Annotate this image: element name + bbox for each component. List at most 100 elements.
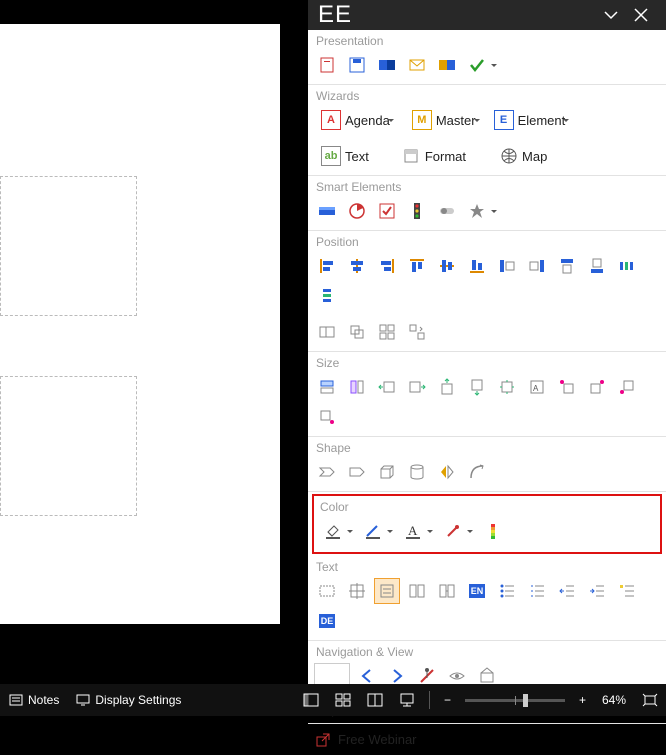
zoom-in-button[interactable]: + [571,684,594,716]
line-color-button[interactable] [360,518,396,544]
align-bottom-icon[interactable] [464,253,490,279]
check-icon[interactable] [464,52,500,78]
traffic-light-icon[interactable] [404,198,430,224]
stretch-left-icon[interactable] [374,374,400,400]
zoom-slider[interactable] [465,699,565,702]
zoom-out-button[interactable]: − [436,684,459,716]
content-placeholder[interactable] [0,376,137,516]
checkbox-icon[interactable] [374,198,400,224]
fit-window-icon [642,692,658,708]
lang-de-icon[interactable]: DE [314,608,340,634]
align-left-icon[interactable] [314,253,340,279]
stretch-down-icon[interactable] [464,374,490,400]
dock-top-icon[interactable] [554,253,580,279]
agenda-button[interactable]: A Agenda [314,107,397,133]
view-normal-button[interactable] [295,684,327,716]
smart-row [308,194,666,231]
highlight-list-icon[interactable] [614,578,640,604]
master-button[interactable]: M Master [405,107,483,133]
fill-color-button[interactable] [320,518,356,544]
view-slideshow-button[interactable] [391,684,423,716]
anchor-tr-icon[interactable] [584,374,610,400]
element-icon: E [494,110,514,130]
font-color-button[interactable]: A [400,518,436,544]
distribute-h-icon[interactable] [614,253,640,279]
eyedropper-button[interactable] [440,518,476,544]
split-h-icon[interactable] [404,578,430,604]
cube-icon[interactable] [374,459,400,485]
golden-ratio-icon[interactable] [314,319,340,345]
save-batch-icon[interactable] [374,52,400,78]
content-placeholder[interactable] [0,176,137,316]
switch-icon[interactable] [434,198,460,224]
stretch-right-icon[interactable] [404,374,430,400]
anchor-br-icon[interactable] [314,404,340,430]
view-slideshow-icon [399,692,415,708]
element-button[interactable]: E Element [487,107,573,133]
align-top-icon[interactable] [404,253,430,279]
flip-icon[interactable] [434,459,460,485]
size-row: A [308,370,666,437]
autofit-icon[interactable] [374,578,400,604]
lang-en-icon[interactable]: EN [464,578,490,604]
view-reading-button[interactable] [359,684,391,716]
text-wizard-button[interactable]: ab Text [314,143,376,169]
section-label-smart: Smart Elements [308,176,666,194]
star-icon[interactable] [464,198,500,224]
same-width-icon[interactable] [314,374,340,400]
section-label-shape: Shape [308,437,666,455]
view-sorter-button[interactable] [327,684,359,716]
autosize-icon[interactable]: A [524,374,550,400]
zoom-value[interactable]: 64% [594,684,634,716]
color-section-highlight: Color A [312,494,662,554]
anchor-bl-icon[interactable] [614,374,640,400]
email-batch-icon[interactable] [434,52,460,78]
close-button[interactable] [626,0,656,30]
slide-page[interactable] [0,24,280,624]
progress-bar-icon[interactable] [314,198,340,224]
fit-all-icon[interactable] [494,374,520,400]
presentation-row [308,48,666,85]
collapse-button[interactable] [596,0,626,30]
cylinder-icon[interactable] [404,459,430,485]
dock-right-icon[interactable] [524,253,550,279]
wrap-icon[interactable] [344,578,370,604]
numbering-icon[interactable] [524,578,550,604]
no-wrap-icon[interactable] [314,578,340,604]
email-icon[interactable] [404,52,430,78]
new-slide-icon[interactable] [314,52,340,78]
merge-icon[interactable] [434,578,460,604]
save-icon[interactable] [344,52,370,78]
anchor-tl-icon[interactable] [554,374,580,400]
pie-icon[interactable] [344,198,370,224]
decrease-indent-icon[interactable] [554,578,580,604]
swap-icon[interactable] [404,319,430,345]
notes-button[interactable]: Notes [0,684,67,716]
dock-bottom-icon[interactable] [584,253,610,279]
stretch-up-icon[interactable] [434,374,460,400]
grid-2x2-icon[interactable] [374,319,400,345]
color-scale-icon[interactable] [480,518,506,544]
align-right-icon[interactable] [374,253,400,279]
distribute-v-icon[interactable] [314,283,340,309]
section-label-color: Color [314,496,660,514]
pentagon-icon[interactable] [344,459,370,485]
dock-left-icon[interactable] [494,253,520,279]
curve-icon[interactable] [464,459,490,485]
format-button[interactable]: Format [396,143,473,169]
free-webinar-row[interactable]: Free Webinar [308,724,666,755]
bullets-icon[interactable] [494,578,520,604]
notes-label: Notes [28,693,59,707]
align-middle-v-icon[interactable] [434,253,460,279]
align-center-h-icon[interactable] [344,253,370,279]
same-height-icon[interactable] [344,374,370,400]
display-settings-icon [75,692,91,708]
section-label-nav: Navigation & View [308,641,666,659]
stack-icon[interactable] [344,319,370,345]
display-settings-label: Display Settings [95,693,181,707]
increase-indent-icon[interactable] [584,578,610,604]
map-button[interactable]: Map [493,143,554,169]
fit-window-button[interactable] [634,684,666,716]
chevron-icon[interactable] [314,459,340,485]
display-settings-button[interactable]: Display Settings [67,684,189,716]
